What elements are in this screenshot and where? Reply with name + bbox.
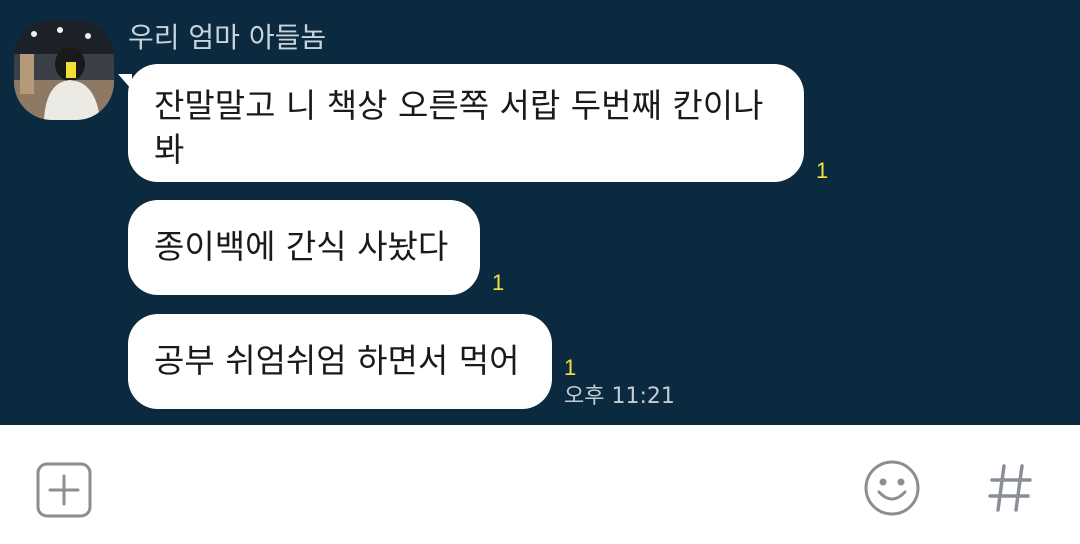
message-time: 오후 11:21 [564,384,675,409]
attach-button[interactable] [36,462,92,518]
message-text: 종이백에 간식 사놨다 [154,227,449,266]
hashtag-icon [988,464,1032,512]
emoji-button[interactable] [862,458,922,518]
profile-photo [14,20,114,120]
message-bubble[interactable]: 공부 쉬엄쉬엄 하면서 먹어 [128,314,552,409]
message-text: 공부 쉬엄쉬엄 하면서 먹어 [154,341,520,380]
unread-count: 1 [564,355,577,380]
message-text: 잔말말고 니 책상 오른쪽 서랍 두번째 칸이나 봐 [154,86,764,169]
message-bubble[interactable]: 종이백에 간식 사놨다 [128,200,480,295]
unread-count: 1 [816,158,829,183]
bubble-tail [118,74,132,90]
sender-name: 우리 엄마 아들놈 [128,21,327,54]
message-bubble[interactable]: 잔말말고 니 책상 오른쪽 서랍 두번째 칸이나 봐 [118,64,804,182]
emoji-icon [864,460,920,516]
avatar[interactable] [14,20,114,120]
hashtag-button[interactable] [986,458,1034,518]
chat-area: 우리 엄마 아들놈 잔말말고 니 책상 오른쪽 서랍 두번째 칸이나 봐 1 종… [0,0,1080,425]
plus-icon [36,462,92,518]
unread-count: 1 [492,270,505,295]
